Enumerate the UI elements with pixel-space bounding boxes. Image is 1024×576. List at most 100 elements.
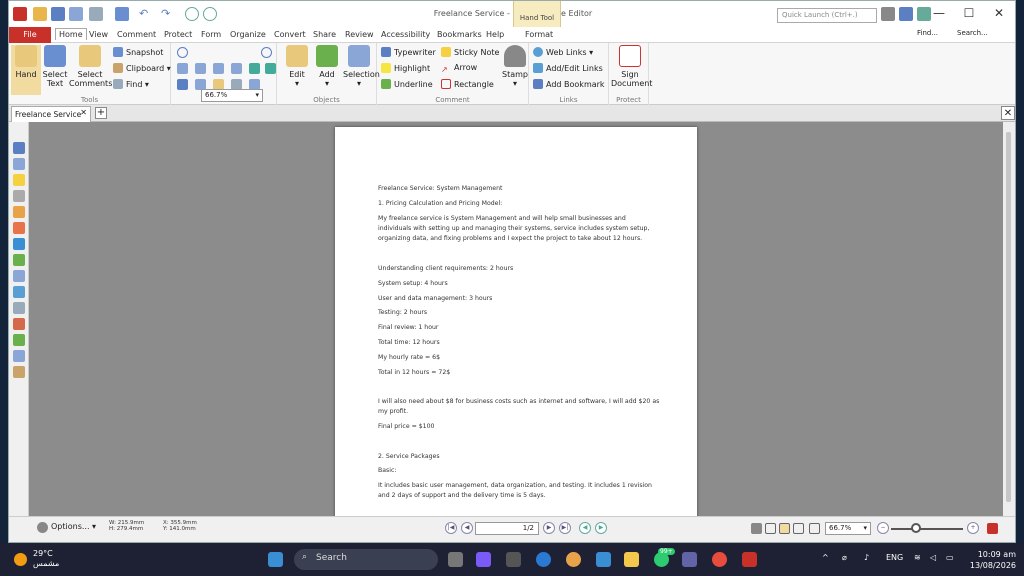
tab-file[interactable]: File	[9, 27, 51, 43]
sticky-note-button[interactable]: Sticky Note	[441, 47, 499, 57]
find-tool-button[interactable]: Find ▾	[113, 79, 149, 89]
network-off-icon[interactable]: ⌀	[842, 553, 847, 562]
status-zoom-out-button[interactable]: −	[877, 522, 889, 534]
layout-icon[interactable]	[899, 7, 913, 21]
order-panel-icon[interactable]	[13, 302, 25, 314]
fit-visible-icon[interactable]	[231, 63, 242, 74]
fields-panel-icon[interactable]	[13, 350, 25, 362]
tab-comment[interactable]: Comment	[117, 30, 156, 39]
signatures-panel-icon[interactable]	[13, 254, 25, 266]
wifi-icon[interactable]: ≋	[914, 553, 921, 562]
document-tab[interactable]: Freelance Service ✕	[11, 106, 91, 122]
page-number-input[interactable]: 1/2	[475, 522, 539, 535]
continuous-icon[interactable]	[779, 523, 790, 534]
status-zoom-combo[interactable]: 66.7% ▾	[825, 522, 871, 535]
tab-share[interactable]: Share	[313, 30, 336, 39]
task-view-icon[interactable]	[448, 552, 463, 567]
weather-widget[interactable]: 29°C مشمس	[33, 549, 59, 569]
properties-panel-icon[interactable]	[13, 222, 25, 234]
close-document-button[interactable]: ✕	[1001, 106, 1015, 120]
close-button[interactable]: ✕	[991, 6, 1007, 20]
zoom-slider[interactable]	[891, 528, 963, 530]
highlight-button[interactable]: Highlight	[381, 63, 430, 73]
edit-button[interactable]: Edit ▾	[283, 45, 311, 88]
bookmarks-panel-icon[interactable]	[13, 142, 25, 154]
content-panel-icon[interactable]	[13, 270, 25, 282]
filter-icon[interactable]	[751, 523, 762, 534]
tab-protect[interactable]: Protect	[164, 30, 192, 39]
stamp-button[interactable]: Stamp ▾	[501, 45, 529, 88]
thumbnails-panel-icon[interactable]	[13, 158, 25, 170]
attachments-panel-icon[interactable]	[13, 190, 25, 202]
tab-home[interactable]: Home	[55, 28, 87, 40]
tab-bookmarks[interactable]: Bookmarks	[437, 30, 482, 39]
volume-icon[interactable]: ◁	[930, 553, 936, 562]
links-panel-icon[interactable]	[13, 318, 25, 330]
destinations-panel-icon[interactable]	[13, 206, 25, 218]
maximize-button[interactable]: ☐	[961, 6, 977, 20]
scrollbar-thumb[interactable]	[1006, 132, 1011, 502]
prev-page-button[interactable]: ◀	[461, 522, 473, 534]
hand-tool-button[interactable]: Hand	[11, 45, 41, 95]
back-view-button[interactable]: ◀	[579, 522, 591, 534]
continuous-facing-icon[interactable]	[809, 523, 820, 534]
search-icon[interactable]	[881, 7, 895, 21]
gear-icon[interactable]	[37, 522, 48, 533]
rotate-left-icon[interactable]	[249, 63, 260, 74]
tab-organize[interactable]: Organize	[230, 30, 266, 39]
tab-convert[interactable]: Convert	[274, 30, 306, 39]
tags-panel-icon[interactable]	[13, 286, 25, 298]
select-text-button[interactable]: Select Text	[41, 45, 69, 88]
mic-icon[interactable]: ♪	[864, 553, 869, 562]
tab-view[interactable]: View	[89, 30, 108, 39]
rotate-right-icon[interactable]	[265, 63, 276, 74]
typewriter-button[interactable]: Typewriter	[381, 47, 436, 57]
forward-view-button[interactable]: ▶	[595, 522, 607, 534]
file-explorer-icon[interactable]	[624, 552, 639, 567]
chevron-up-icon[interactable]: ^	[822, 553, 829, 562]
zoom-slider-handle[interactable]	[911, 523, 921, 533]
first-page-button[interactable]: |◀	[445, 522, 457, 534]
add-bookmark-button[interactable]: Add Bookmark	[533, 79, 605, 89]
clock[interactable]: 10:09 am 13/08/2026	[966, 549, 1016, 571]
add-edit-links-button[interactable]: Add/Edit Links	[533, 63, 603, 73]
facing-icon[interactable]	[793, 523, 804, 534]
new-tab-button[interactable]: +	[95, 107, 107, 119]
battery-icon[interactable]: ▭	[946, 553, 954, 562]
quick-launch-input[interactable]: Quick Launch (Ctrl+.)	[777, 8, 877, 23]
sign-document-button[interactable]: Sign Document	[611, 45, 652, 88]
select-comments-button[interactable]: Select Comments	[69, 45, 112, 88]
pdf-tools-icon[interactable]	[987, 523, 998, 534]
zoom-combo[interactable]: 66.7% ▾	[201, 89, 263, 102]
comments-panel-icon[interactable]	[13, 174, 25, 186]
fit-page-icon[interactable]	[195, 63, 206, 74]
clipboard-button[interactable]: Clipboard ▾	[113, 63, 171, 73]
teams-icon[interactable]	[682, 552, 697, 567]
edge-icon[interactable]	[536, 552, 551, 567]
language-indicator[interactable]: ENG	[886, 553, 903, 562]
document-canvas[interactable]: Freelance Service: System Management 1. …	[29, 122, 1005, 517]
underline-button[interactable]: Underline	[381, 79, 433, 89]
pdf-xchange-taskbar-icon[interactable]	[742, 552, 757, 567]
pdf-page[interactable]: Freelance Service: System Management 1. …	[335, 127, 697, 517]
store-icon[interactable]	[596, 552, 611, 567]
tab-review[interactable]: Review	[345, 30, 374, 39]
next-page-button[interactable]: ▶	[543, 522, 555, 534]
fullscreen-icon[interactable]	[917, 7, 931, 21]
options-button[interactable]: Options... ▾	[51, 522, 96, 531]
selection-button[interactable]: Selection ▾	[343, 45, 380, 88]
tab-accessibility[interactable]: Accessibility	[381, 30, 430, 39]
fit-width-icon[interactable]	[213, 63, 224, 74]
minimize-button[interactable]: —	[931, 6, 947, 20]
add-button[interactable]: Add ▾	[313, 45, 341, 88]
vertical-scrollbar[interactable]	[1003, 122, 1015, 516]
tab-form[interactable]: Form	[201, 30, 221, 39]
status-zoom-in-button[interactable]: +	[967, 522, 979, 534]
actual-size-icon[interactable]	[177, 63, 188, 74]
search-panel-icon[interactable]	[13, 334, 25, 346]
articles-panel-icon[interactable]	[13, 366, 25, 378]
arrow-button[interactable]: ↗ Arrow	[441, 63, 477, 75]
zoom-out-icon[interactable]	[177, 47, 188, 58]
find-button[interactable]: Find...	[917, 29, 938, 37]
single-page-icon[interactable]	[765, 523, 776, 534]
